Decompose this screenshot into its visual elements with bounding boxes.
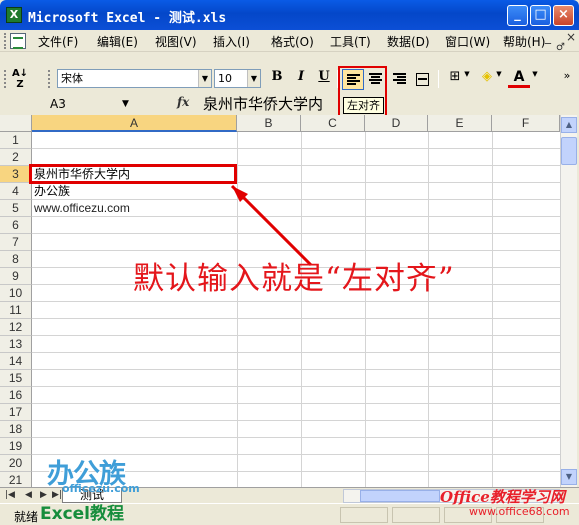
name-box-value: A3 <box>50 97 66 111</box>
align-left-tooltip: 左对齐 <box>343 97 384 114</box>
first-sheet-icon[interactable]: |◀ <box>5 490 15 500</box>
font-color-icon[interactable]: A <box>508 69 530 88</box>
chevron-down-icon[interactable]: ▼ <box>198 70 211 87</box>
chevron-down-icon[interactable]: ▼ <box>122 95 129 113</box>
doc-close-button[interactable]: × <box>566 30 576 44</box>
format-toolbar: A↓ Z 宋体 ▼ 10 ▼ B I U ⊞ ▼ ◈ ▼ A ▼ » <box>0 66 579 93</box>
status-text: 就绪 <box>14 510 39 524</box>
excel-icon[interactable]: X <box>6 7 22 23</box>
sort-ascending-icon[interactable]: A↓ Z <box>10 68 30 90</box>
maximize-button[interactable]: □ <box>530 5 551 26</box>
watermark-caption: Excel教程 <box>40 504 125 524</box>
vertical-scrollbar[interactable]: ▲ ▼ <box>560 115 577 487</box>
chevron-down-icon[interactable]: ▼ <box>494 69 504 90</box>
font-name-value: 宋体 <box>61 72 83 85</box>
scrollbar-thumb[interactable] <box>360 490 440 502</box>
minimize-button[interactable]: _ <box>507 5 528 26</box>
workbook-icon[interactable] <box>10 33 26 49</box>
prev-sheet-icon[interactable]: ◀ <box>25 490 32 500</box>
font-size-combo[interactable]: 10 ▼ <box>214 69 261 88</box>
toolbar-grip[interactable] <box>4 33 7 49</box>
scroll-down-icon[interactable]: ▼ <box>561 469 577 485</box>
align-right-button[interactable] <box>389 69 411 90</box>
toolbar-grip[interactable] <box>48 70 51 88</box>
title-bar: X Microsoft Excel - 测试.xls _ □ × <box>0 0 579 30</box>
menu-edit[interactable]: 编辑(E) <box>97 33 138 50</box>
underline-button[interactable]: U <box>313 69 335 90</box>
italic-button[interactable]: I <box>290 69 312 90</box>
font-size-value: 10 <box>218 72 232 85</box>
chevron-down-icon[interactable]: ▼ <box>462 69 472 90</box>
status-panel <box>340 507 388 523</box>
merge-center-icon <box>416 73 429 86</box>
annotation-text: 默认输入就是“左对齐” <box>133 261 455 297</box>
insert-function-icon[interactable]: fx <box>177 95 189 109</box>
menu-tools[interactable]: 工具(T) <box>330 33 371 50</box>
toolbar-separator <box>438 70 439 88</box>
menu-file[interactable]: 文件(F) <box>38 33 78 50</box>
menu-insert[interactable]: 插入(I) <box>213 33 250 50</box>
scroll-up-icon[interactable]: ▲ <box>561 117 577 133</box>
worksheet-grid[interactable]: A B C D E F 1 2 3 4 5 6 7 8 9 10 11 12 1… <box>0 115 560 487</box>
menu-help[interactable]: 帮助(H) <box>503 33 545 50</box>
chevron-down-icon[interactable]: ▼ <box>530 69 540 90</box>
formula-input[interactable]: 泉州市华侨大学内 <box>203 93 323 114</box>
window-title: Microsoft Excel - 测试.xls <box>28 11 227 26</box>
status-panel <box>392 507 440 523</box>
align-right-icon <box>393 73 406 85</box>
doc-minimize-button[interactable]: _ <box>545 30 551 44</box>
formula-bar: A3 ▼ fx 泉州市华侨大学内 <box>0 93 579 115</box>
scrollbar-thumb[interactable] <box>561 137 577 165</box>
menu-view[interactable]: 视图(V) <box>155 33 197 50</box>
watermark-site-url: www.office68.com <box>469 505 570 518</box>
watermark-site-logo: Office教程学习网 <box>440 488 565 506</box>
bold-button[interactable]: B <box>266 69 288 90</box>
menu-format[interactable]: 格式(O) <box>271 33 314 50</box>
watermark-logo-url: officezu.com <box>62 482 140 495</box>
font-name-combo[interactable]: 宋体 ▼ <box>57 69 212 88</box>
toolbar-options-icon[interactable]: » <box>556 69 578 90</box>
name-box[interactable]: A3 ▼ <box>6 95 132 113</box>
close-button[interactable]: × <box>553 5 574 26</box>
menu-data[interactable]: 数据(D) <box>387 33 430 50</box>
merge-center-button[interactable] <box>412 69 434 90</box>
doc-restore-button[interactable]: ♂ <box>556 42 565 53</box>
annotation-arrow <box>230 184 313 267</box>
toolbar-grip[interactable] <box>4 70 7 88</box>
chevron-down-icon[interactable]: ▼ <box>247 70 260 87</box>
menu-bar: 文件(F) 编辑(E) 视图(V) 插入(I) 格式(O) 工具(T) 数据(D… <box>0 30 579 53</box>
menu-window[interactable]: 窗口(W) <box>445 33 490 50</box>
